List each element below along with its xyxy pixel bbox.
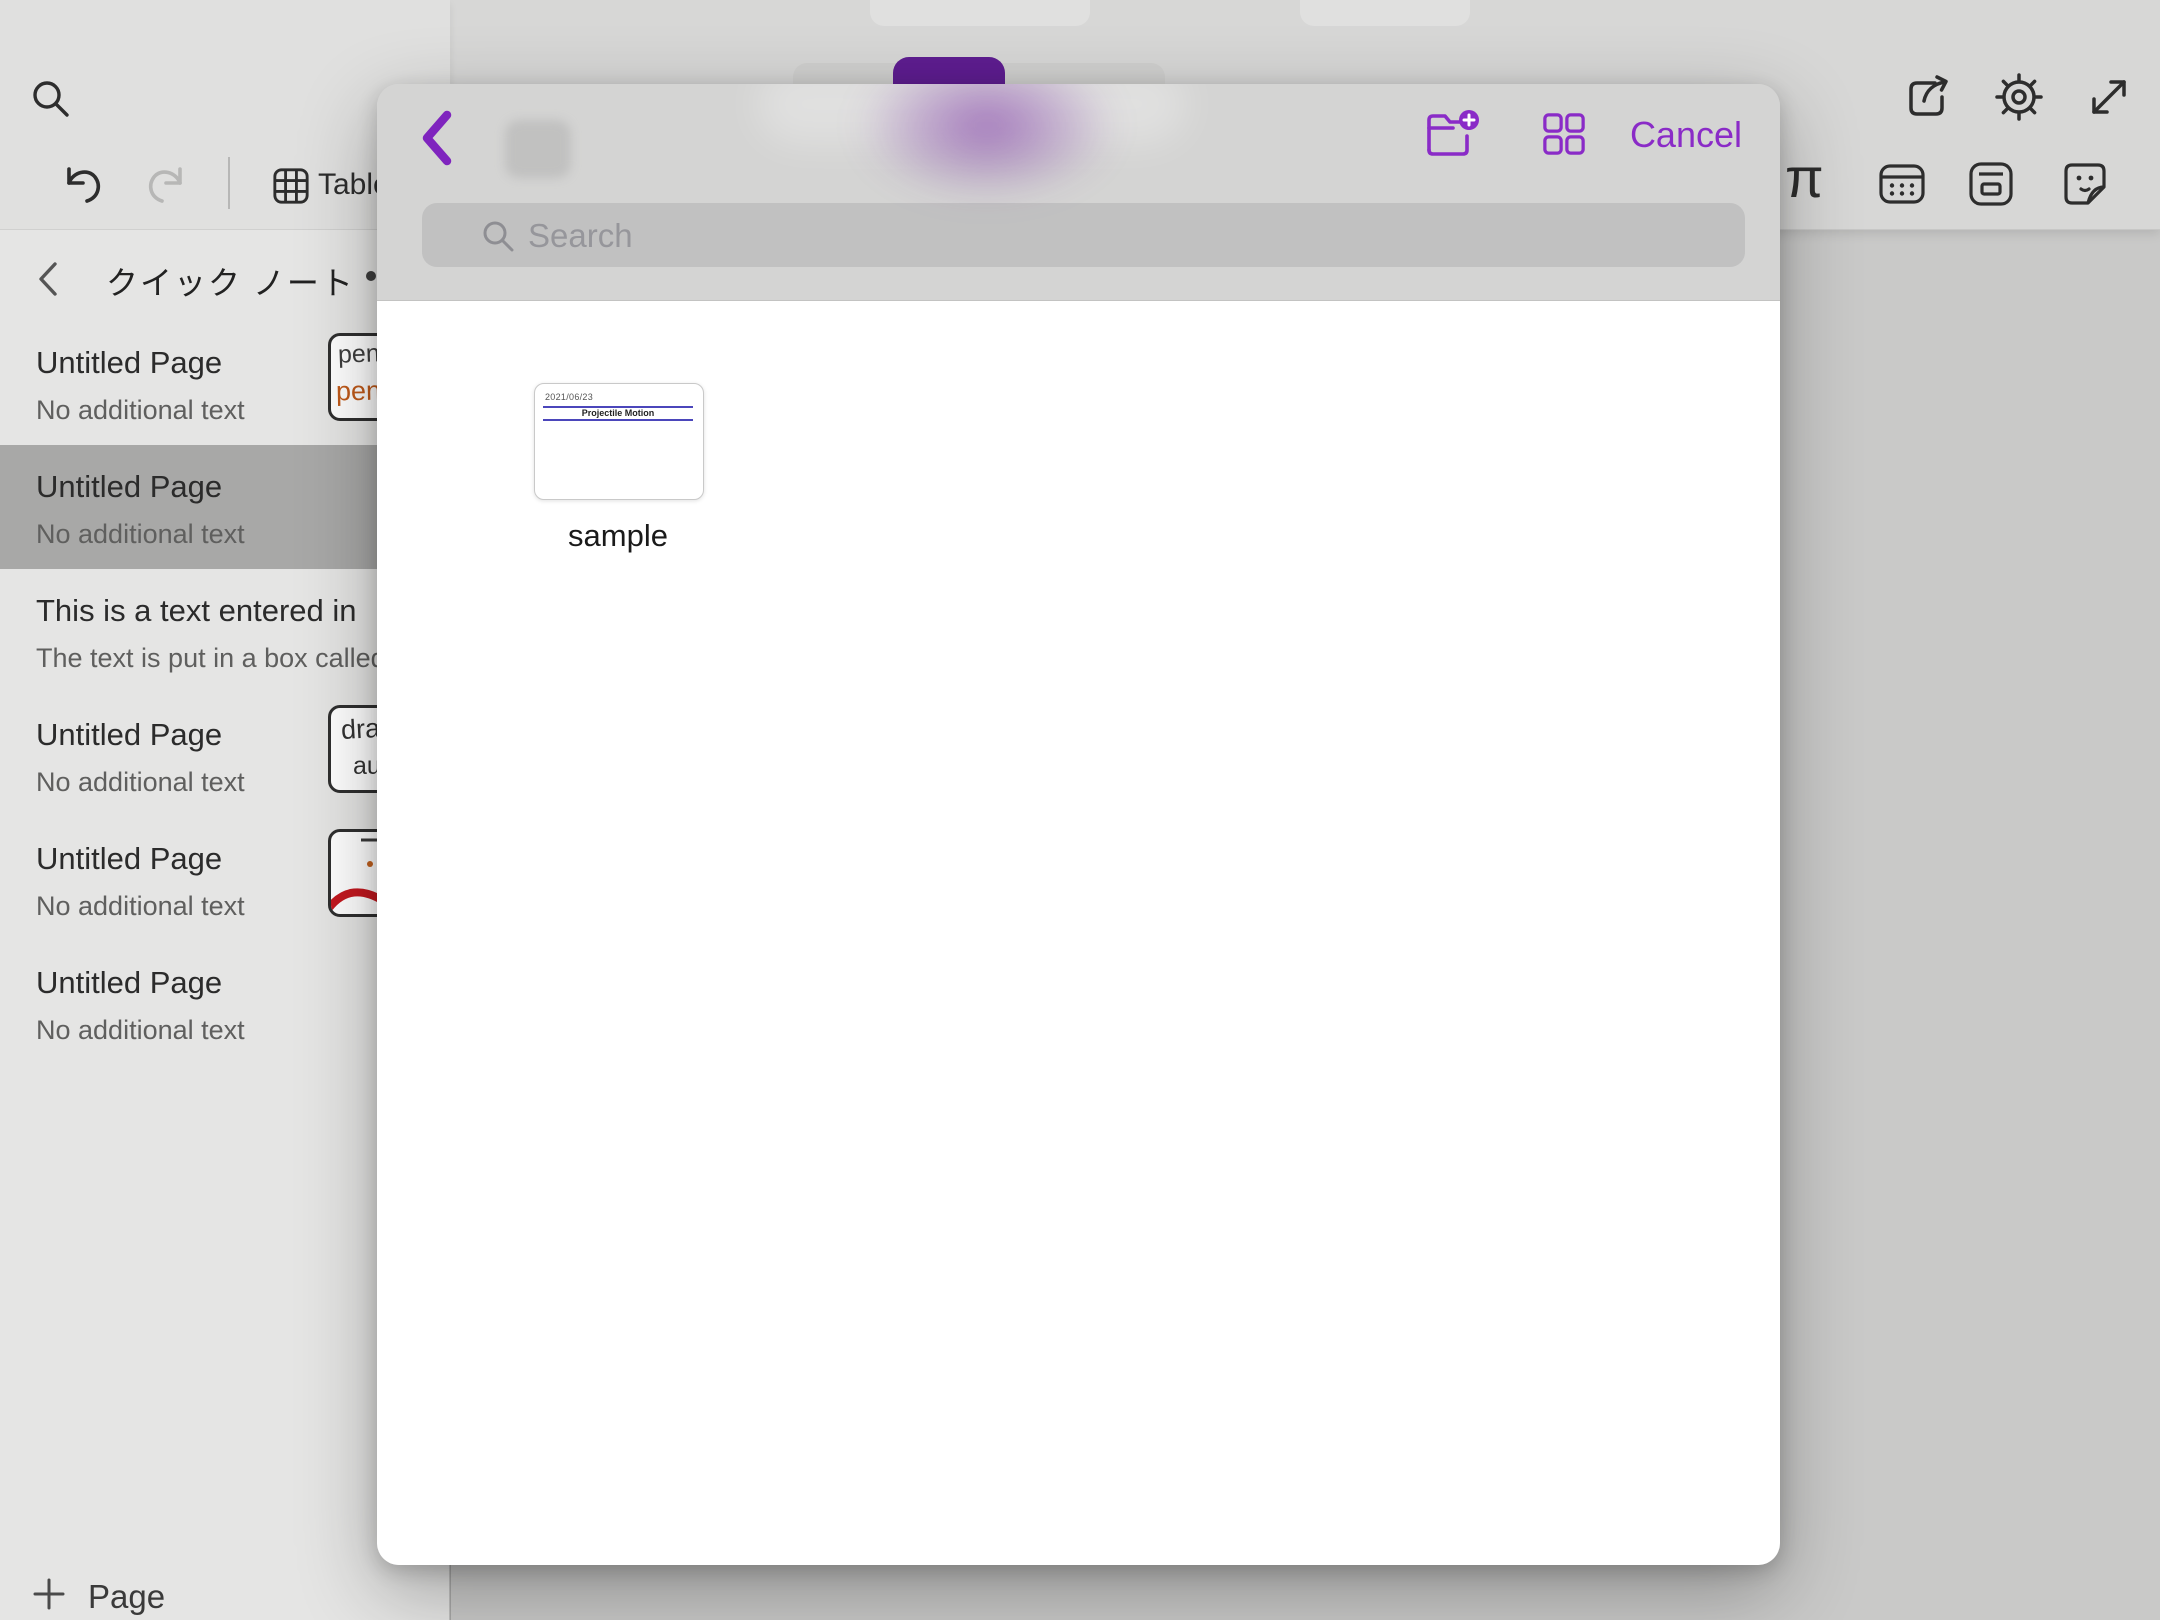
app-screen: Table クイック ノート Untitled Page No addition…: [0, 0, 2160, 1620]
search-bar[interactable]: [422, 203, 1745, 267]
page-item-subtitle: The text is put in a box called: [36, 643, 386, 674]
search-icon[interactable]: [30, 78, 72, 120]
file-picker-dialog: Cancel 2021/06/23 Projectile Motion samp…: [377, 84, 1780, 1565]
page-item-subtitle: No additional text: [36, 1015, 245, 1046]
custom-keyboard-icon[interactable]: [1879, 163, 1925, 205]
page-item-title: This is a text entered in: [36, 593, 357, 629]
add-page-button[interactable]: [32, 1577, 66, 1611]
search-icon: [480, 218, 516, 254]
grid-view-icon[interactable]: [1542, 112, 1586, 156]
blurred-background-shape: [857, 84, 1117, 200]
toolbar-separator: [228, 157, 230, 209]
back-button[interactable]: [417, 108, 457, 168]
math-pi-icon[interactable]: π: [1785, 150, 1835, 206]
page-item-subtitle: No additional text: [36, 395, 245, 426]
share-icon[interactable]: [1902, 71, 1954, 123]
chevron-left-icon[interactable]: [34, 260, 66, 298]
background-shape: [870, 0, 1090, 26]
document-rule: [543, 419, 693, 421]
active-tool-tab: [893, 57, 1005, 84]
background-shape: [1300, 0, 1470, 26]
ink-text: pen: [336, 376, 382, 408]
more-menu-icon[interactable]: [366, 271, 376, 281]
redo-icon[interactable]: [145, 160, 191, 206]
page-item-subtitle: No additional text: [36, 891, 245, 922]
page-item-subtitle: No additional text: [36, 767, 245, 798]
search-input[interactable]: [526, 211, 1710, 261]
ink-text: pen: [338, 339, 381, 369]
expand-icon[interactable]: [2084, 72, 2134, 122]
notebook-title: クイック ノート: [106, 258, 355, 304]
page-item-title: Untitled Page: [36, 965, 222, 1001]
undo-icon[interactable]: [58, 160, 104, 206]
page-item-title: Untitled Page: [36, 345, 222, 381]
ink-text: dra: [340, 713, 381, 746]
document-title: Projectile Motion: [543, 408, 693, 418]
cancel-button[interactable]: Cancel: [1630, 114, 1742, 156]
page-item-title: Untitled Page: [36, 717, 222, 753]
page-item-title: Untitled Page: [36, 469, 222, 505]
dialog-header: Cancel: [377, 84, 1780, 301]
document-date: 2021/06/23: [545, 392, 593, 402]
page-item-subtitle: No additional text: [36, 519, 245, 550]
add-page-label[interactable]: Page: [88, 1578, 165, 1616]
table-icon[interactable]: [272, 167, 310, 205]
new-folder-icon[interactable]: [1423, 106, 1481, 160]
file-thumbnail[interactable]: 2021/06/23 Projectile Motion: [534, 383, 704, 500]
page-item-title: Untitled Page: [36, 841, 222, 877]
settings-gear-icon[interactable]: [1994, 72, 2044, 122]
banner-card-icon[interactable]: [1968, 161, 2014, 207]
file-name-label[interactable]: sample: [534, 518, 702, 554]
blurred-background-shape: [505, 120, 571, 178]
sticker-icon[interactable]: [2062, 161, 2108, 207]
